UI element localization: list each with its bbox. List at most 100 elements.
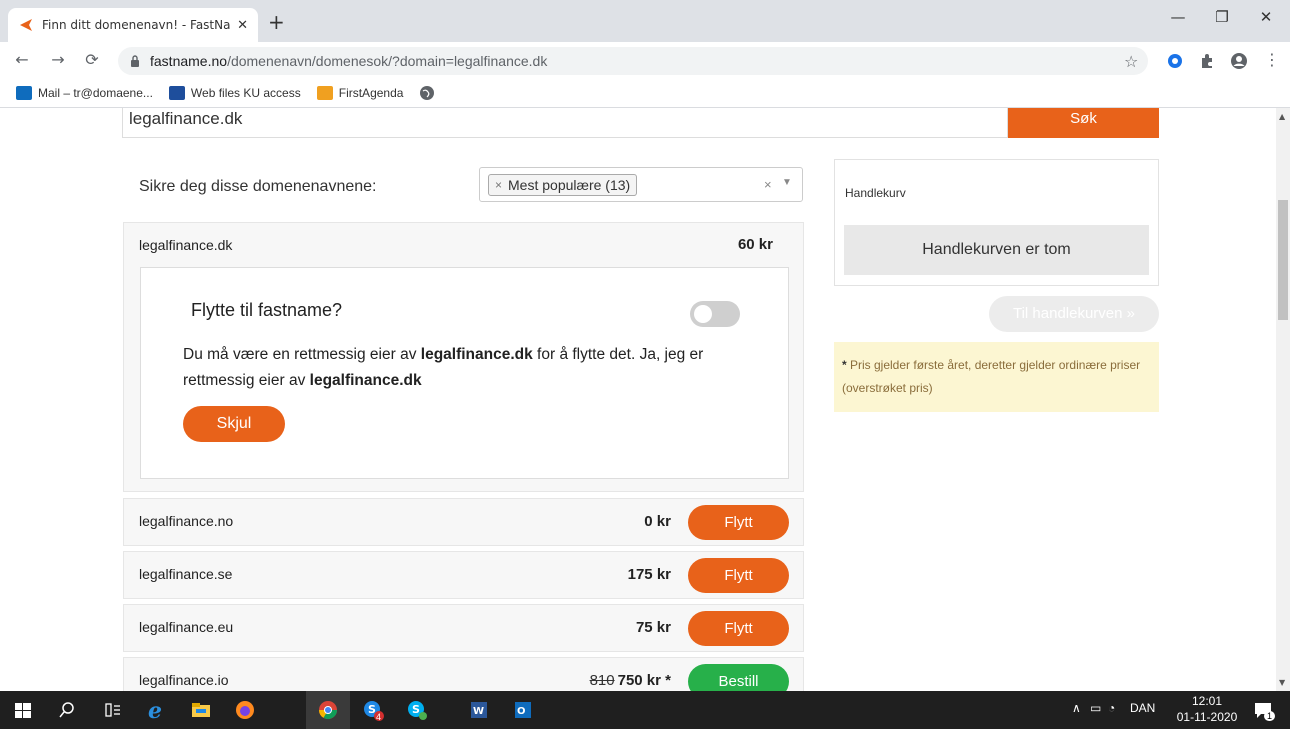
cart-title: Handlekurv <box>845 186 906 200</box>
bookmark-globe[interactable] <box>419 85 435 101</box>
bookmark-label: Web files KU access <box>190 85 301 100</box>
clock-date: 01-11-2020 <box>1176 710 1238 724</box>
cart-box: Handlekurv Handlekurven er tom <box>834 159 1159 286</box>
clear-filter-icon[interactable]: × <box>764 177 772 192</box>
search-button[interactable]: Søk <box>1008 108 1159 138</box>
reload-icon[interactable]: ⟳ <box>82 50 102 69</box>
go-to-cart-button[interactable]: Til handlekurven » <box>989 296 1159 332</box>
domain-price: 60 kr <box>737 236 773 253</box>
filter-tag-label: Mest populære (13) <box>508 177 631 193</box>
domain-name: legalfinance.dk <box>139 237 233 253</box>
outlook-taskbar-icon[interactable]: O <box>512 699 534 721</box>
browser-toolbar: ← → ⟳ fastname.no/domenenavn/domenesok/?… <box>0 42 1290 78</box>
tab-strip: Finn ditt domenenavn! - FastNam ✕ + — ❐ … <box>0 0 1290 42</box>
url-path: /domenenavn/domenesok/?domain=legalfinan… <box>227 53 548 69</box>
svg-text:W: W <box>473 706 484 717</box>
transfer-domain: legalfinance.dk <box>309 372 422 389</box>
domain-price: 810 750 kr * <box>590 672 671 689</box>
domain-price: 175 kr <box>628 566 671 583</box>
old-price: 810 <box>589 672 615 689</box>
clock-time: 12:01 <box>1191 694 1223 708</box>
lock-icon <box>131 55 139 67</box>
domain-search-input[interactable]: legalfinance.dk <box>122 108 1008 138</box>
back-icon[interactable]: ← <box>12 50 32 69</box>
language-indicator[interactable]: DAN <box>1130 701 1155 715</box>
scroll-up-icon[interactable]: ▲ <box>1279 112 1285 121</box>
transfer-toggle[interactable] <box>690 301 740 327</box>
extension-circle-icon[interactable] <box>1166 52 1184 70</box>
scroll-down-icon[interactable]: ▼ <box>1279 678 1285 687</box>
svg-text:S: S <box>412 703 420 716</box>
domain-name: legalfinance.io <box>139 672 229 688</box>
address-bar[interactable]: fastname.no/domenenavn/domenesok/?domain… <box>118 47 1148 75</box>
price-value: 175 kr <box>627 566 671 583</box>
domain-name: legalfinance.no <box>139 513 234 529</box>
new-tab-icon[interactable]: + <box>268 12 285 32</box>
file-explorer-icon[interactable] <box>190 699 212 721</box>
transfer-button[interactable]: Flytt <box>688 558 789 593</box>
clock[interactable]: 12:01 01-11-2020 <box>1172 693 1242 725</box>
browser-tab[interactable]: Finn ditt domenenavn! - FastNam ✕ <box>8 8 258 42</box>
chevron-down-icon[interactable]: ▼ <box>782 177 792 188</box>
menu-dots-icon[interactable]: ⋮ <box>1262 50 1282 69</box>
close-tab-icon[interactable]: ✕ <box>237 18 248 33</box>
edge-icon[interactable]: e <box>146 699 168 721</box>
section-label: Sikre deg disse domenenavnene: <box>139 178 377 195</box>
page-content: legalfinance.dk Søk Sikre deg disse dome… <box>0 108 1276 691</box>
transfer-button[interactable]: Flytt <box>688 505 789 540</box>
domain-price: 75 kr <box>636 619 671 636</box>
restore-icon[interactable]: ❐ <box>1202 8 1242 26</box>
firstagenda-icon <box>316 85 333 100</box>
remove-tag-icon[interactable]: × <box>495 178 502 192</box>
globe-icon <box>420 85 435 100</box>
scrollbar-thumb[interactable] <box>1278 200 1288 320</box>
transfer-text: Du må være en rettmessig eier av legalfi… <box>183 342 773 394</box>
tab-title: Finn ditt domenenavn! - FastNam <box>42 18 232 32</box>
skype-icon[interactable]: S <box>406 699 428 721</box>
svg-text:e: e <box>148 699 162 721</box>
network-icon[interactable]: ▭ <box>1090 701 1101 715</box>
show-hidden-icons-icon[interactable]: ∧ <box>1072 701 1081 715</box>
minimize-icon[interactable]: — <box>1158 8 1198 26</box>
outlook-icon <box>16 85 32 100</box>
taskbar: e S 4 S W O ∧ ▭ ◔ DAN 12:01 01-11-2020 1 <box>0 691 1290 729</box>
close-window-icon[interactable]: ✕ <box>1246 8 1286 26</box>
bookmark-firstagenda[interactable]: FirstAgenda <box>316 85 404 100</box>
selected-domain-panel: legalfinance.dk 60 kr Flytte til fastnam… <box>123 222 804 492</box>
order-button[interactable]: Bestill <box>688 664 789 691</box>
price-value: 750 kr * <box>617 672 671 689</box>
domain-row: legalfinance.eu 75 kr Flytt <box>123 604 804 652</box>
bookmark-label: FirstAgenda <box>338 85 404 100</box>
transfer-button[interactable]: Flytt <box>688 611 789 646</box>
price-value: 0 kr <box>644 513 671 530</box>
hide-button[interactable]: Skjul <box>183 406 285 442</box>
word-icon[interactable]: W <box>468 699 490 721</box>
cart-empty-message: Handlekurven er tom <box>844 225 1149 275</box>
bookmark-web-files[interactable]: Web files KU access <box>168 85 301 100</box>
volume-icon[interactable]: ◔ <box>1108 701 1115 715</box>
search-icon[interactable] <box>56 699 78 721</box>
page-scrollbar[interactable]: ▲ ▼ <box>1276 108 1290 691</box>
price-value: 75 kr <box>635 619 671 636</box>
forward-icon[interactable]: → <box>48 50 68 69</box>
bookmark-mail[interactable]: Mail – tr@domaene... <box>16 85 153 100</box>
bookmark-label: Mail – tr@domaene... <box>38 85 153 100</box>
category-filter-select[interactable]: × Mest populære (13) × ▼ <box>479 167 803 202</box>
notification-count: 1 <box>1264 711 1276 721</box>
bookmark-star-icon[interactable]: ☆ <box>1124 52 1138 71</box>
firefox-icon[interactable] <box>234 699 256 721</box>
task-view-icon[interactable] <box>102 699 124 721</box>
windows-start-icon[interactable] <box>12 699 34 721</box>
toggle-knob <box>694 305 712 323</box>
filter-tag: × Mest populære (13) <box>488 174 638 196</box>
transfer-card: Flytte til fastname? Du må være en rettm… <box>140 267 789 479</box>
note-text: Pris gjelder første året, deretter gjeld… <box>842 358 1141 395</box>
domain-row: legalfinance.se 175 kr Flytt <box>123 551 804 599</box>
domain-row: legalfinance.io 810 750 kr * Bestill <box>123 657 804 691</box>
profile-icon[interactable] <box>1230 52 1248 70</box>
chrome-icon[interactable] <box>317 699 339 721</box>
price-note: * Pris gjelder første året, deretter gje… <box>834 342 1159 412</box>
domain-name: legalfinance.se <box>139 566 233 582</box>
skype-badge: 4 <box>376 712 382 722</box>
extensions-puzzle-icon[interactable] <box>1198 52 1216 70</box>
